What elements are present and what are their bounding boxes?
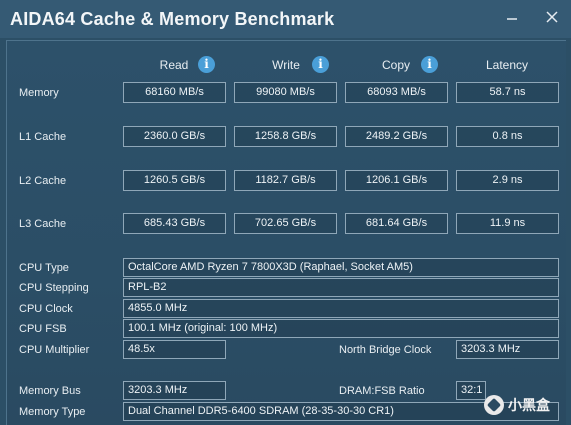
column-header-read: Read — [159, 58, 189, 72]
cpu-stepping-value: RPL-B2 — [123, 278, 559, 297]
minimize-icon — [507, 18, 517, 20]
l3-copy-value: 681.64 GB/s — [345, 213, 448, 234]
minimize-button[interactable] — [500, 6, 524, 28]
l2-copy-value: 1206.1 GB/s — [345, 170, 448, 191]
l2-read-value: 1260.5 GB/s — [123, 170, 226, 191]
watermark-logo-icon — [484, 395, 504, 415]
memory-bus-value: 3203.3 MHz — [123, 381, 226, 400]
window-title: AIDA64 Cache & Memory Benchmark — [10, 9, 335, 29]
row-label-memory: Memory — [19, 87, 59, 99]
l1-latency-value: 0.8 ns — [456, 126, 559, 147]
cpu-fsb-value: 100.1 MHz (original: 100 MHz) — [123, 319, 559, 338]
memory-latency-value: 58.7 ns — [456, 82, 559, 103]
l3-latency-value: 11.9 ns — [456, 213, 559, 234]
column-header-write: Write — [272, 58, 300, 72]
cpu-multiplier-label: CPU Multiplier — [19, 344, 90, 356]
row-label-l2-cache: L2 Cache — [19, 175, 67, 187]
cpu-clock-value: 4855.0 MHz — [123, 299, 559, 318]
close-button[interactable] — [540, 6, 564, 28]
cpu-multiplier-value: 48.5x — [123, 340, 226, 359]
column-header-copy: Copy — [381, 58, 410, 72]
cpu-clock-label: CPU Clock — [19, 303, 73, 315]
memory-read-value: 68160 MB/s — [123, 82, 226, 103]
memory-write-value: 99080 MB/s — [234, 82, 337, 103]
read-info-icon[interactable]: i — [198, 56, 215, 73]
row-label-l3-cache: L3 Cache — [19, 218, 67, 230]
copy-info-icon[interactable]: i — [421, 56, 438, 73]
l1-read-value: 2360.0 GB/s — [123, 126, 226, 147]
cpu-stepping-label: CPU Stepping — [19, 282, 89, 294]
watermark: 小黑盒 — [484, 392, 550, 418]
watermark-text: 小黑盒 — [508, 397, 550, 413]
north-bridge-clock-label: North Bridge Clock — [339, 344, 432, 356]
memory-type-label: Memory Type — [19, 406, 86, 418]
column-header-latency: Latency — [485, 58, 529, 72]
cpu-type-value: OctalCore AMD Ryzen 7 7800X3D (Raphael, … — [123, 258, 559, 277]
dram-fsb-ratio-label: DRAM:FSB Ratio — [339, 385, 425, 397]
north-bridge-clock-value: 3203.3 MHz — [456, 340, 559, 359]
row-label-l1-cache: L1 Cache — [19, 131, 67, 143]
cpu-fsb-label: CPU FSB — [19, 323, 67, 335]
l2-write-value: 1182.7 GB/s — [234, 170, 337, 191]
l1-write-value: 1258.8 GB/s — [234, 126, 337, 147]
memory-copy-value: 68093 MB/s — [345, 82, 448, 103]
l3-write-value: 702.65 GB/s — [234, 213, 337, 234]
memory-bus-label: Memory Bus — [19, 385, 81, 397]
l3-read-value: 685.43 GB/s — [123, 213, 226, 234]
l2-latency-value: 2.9 ns — [456, 170, 559, 191]
dram-fsb-ratio-value: 32:1 — [456, 381, 486, 400]
close-icon — [546, 11, 558, 23]
write-info-icon[interactable]: i — [312, 56, 329, 73]
cpu-type-label: CPU Type — [19, 262, 69, 274]
title-bar: AIDA64 Cache & Memory Benchmark — [0, 0, 571, 38]
l1-copy-value: 2489.2 GB/s — [345, 126, 448, 147]
